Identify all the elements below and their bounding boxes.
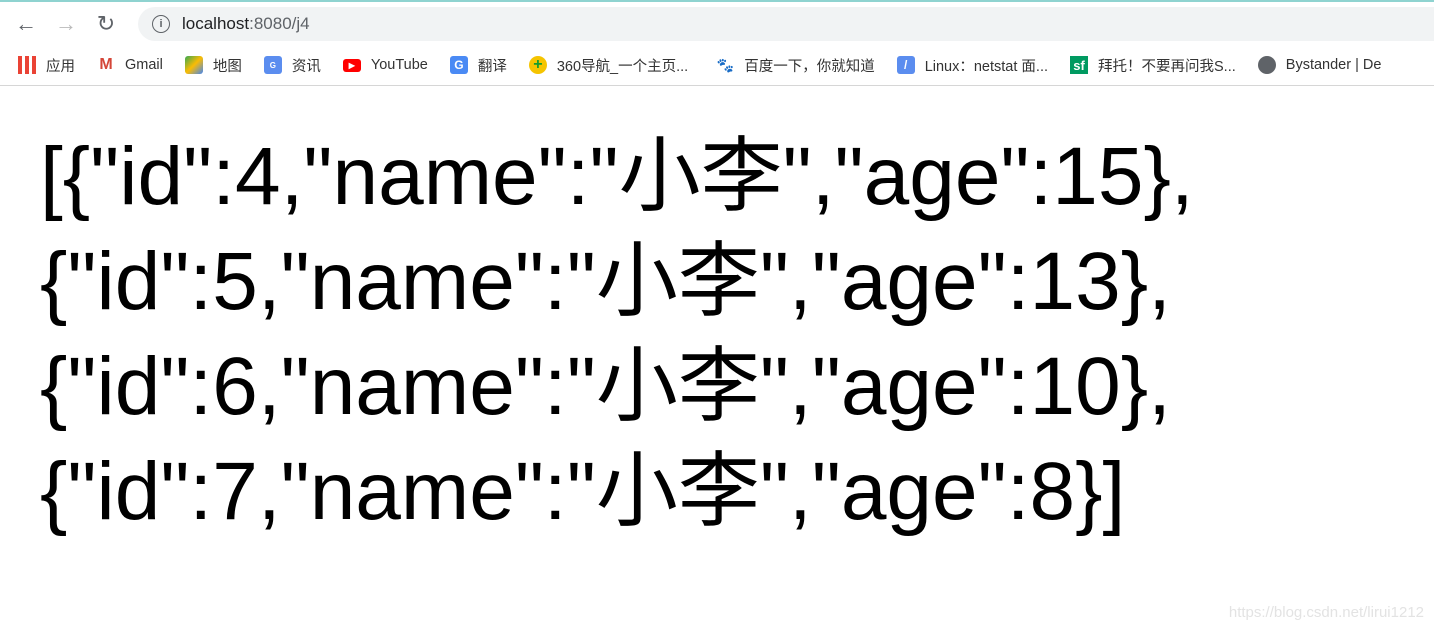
forward-button[interactable]: → [46, 11, 86, 37]
maps-icon [184, 56, 203, 74]
bookmark-linux-netstat[interactable]: / Linux：netstat 面... [896, 55, 1049, 76]
bookmark-label: 翻译 [477, 58, 507, 75]
baidu-paw-icon: 🐾 [716, 56, 734, 73]
bookmark-label: 360导航_一个主页... [556, 58, 689, 75]
bookmark-label: 地图 [212, 58, 242, 75]
360-icon: + [528, 56, 547, 74]
watermark: https://blog.csdn.net/lirui1212 [1228, 604, 1424, 621]
bookmark-youtube[interactable]: ▶ YouTube [342, 57, 428, 73]
bookmark-maps[interactable]: 地图 [184, 55, 242, 76]
bookmark-label: Gmail [125, 57, 163, 73]
gmail-icon: M [99, 56, 113, 73]
json-response-body: [{"id":4,"name":"小李","age":15}, {"id":5,… [0, 86, 1434, 544]
youtube-icon: ▶ [342, 58, 361, 72]
bookmark-bystander[interactable]: Bystander | De [1257, 56, 1382, 74]
bookmark-label: 拜托！不要再问我S... [1098, 58, 1236, 75]
browser-toolbar: ← → ↻ i localhost:8080/j4 [0, 2, 1434, 45]
json-line: {"id":5,"name":"小李","age":13}, [40, 236, 1171, 327]
json-line: {"id":6,"name":"小李","age":10}, [40, 341, 1171, 432]
bookmark-translate[interactable]: G 翻译 [449, 55, 507, 76]
bookmark-label: 应用 [46, 58, 75, 75]
bookmark-apps[interactable]: 应用 [18, 55, 75, 76]
json-line: [{"id":4,"name":"小李","age":15}, [40, 131, 1194, 222]
reload-button[interactable]: ↻ [86, 11, 126, 37]
bookmark-label: 百度一下，你就知道 [744, 58, 875, 75]
info-icon[interactable]: i [152, 14, 170, 33]
bookmark-label: YouTube [370, 57, 428, 73]
bookmark-label: Bystander | De [1285, 57, 1382, 73]
bookmark-gmail[interactable]: M Gmail [97, 56, 163, 74]
bookmark-sf[interactable]: sf 拜托！不要再问我S... [1070, 55, 1236, 76]
globe-icon [1257, 56, 1276, 74]
address-bar[interactable]: i localhost:8080/j4 [138, 6, 1434, 41]
bookmark-news[interactable]: G 资讯 [263, 55, 321, 76]
feather-icon: / [896, 56, 915, 74]
url-host: localhost [182, 13, 250, 33]
bookmark-baidu[interactable]: 🐾 百度一下，你就知道 [716, 55, 875, 76]
translate-icon: G [449, 56, 468, 74]
json-line: {"id":7,"name":"小李","age":8}] [40, 446, 1126, 537]
sf-icon: sf [1070, 56, 1089, 74]
back-button[interactable]: ← [6, 11, 46, 37]
bookmark-label: 资讯 [291, 58, 321, 75]
news-icon: G [263, 56, 282, 74]
bookmarks-bar: 应用 M Gmail 地图 G 资讯 ▶ YouTube G 翻译 +360导航_一个主… [0, 45, 1434, 86]
bookmark-360[interactable]: +360导航_一个主页... [528, 55, 689, 76]
bookmark-label: Linux：netstat 面... [924, 58, 1049, 75]
apps-grid-icon [18, 56, 36, 74]
url-path: :8080/j4 [249, 13, 310, 33]
